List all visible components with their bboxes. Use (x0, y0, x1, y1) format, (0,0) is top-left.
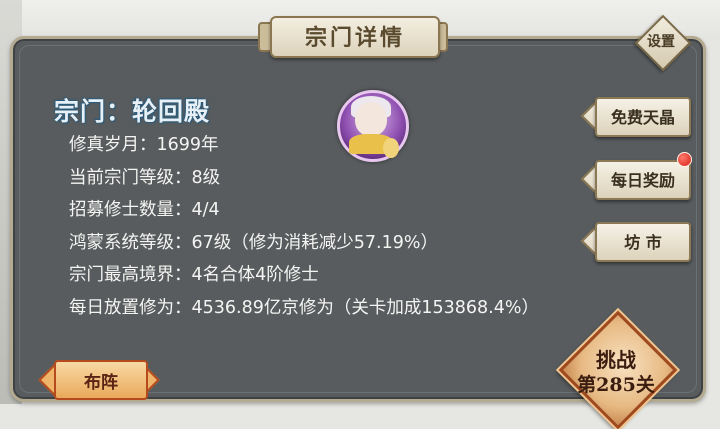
formation-button[interactable]: 布阵 (38, 356, 160, 402)
info-daily-idle-cultivation: 每日放置修为：4536.89亿京修为（关卡加成153868.4%） (69, 297, 539, 318)
sect-info-list: 修真岁月：1699年 当前宗门等级：8级 招募修士数量：4/4 鸿蒙系统等级：6… (69, 133, 539, 329)
notification-dot (677, 152, 692, 167)
market-label: 坊 市 (624, 233, 662, 252)
sect-leader-avatar[interactable] (337, 90, 409, 162)
info-cultivation-years: 修真岁月：1699年 (69, 135, 219, 155)
settings-label: 设置 (647, 34, 675, 50)
avatar-sleeve (383, 138, 399, 158)
info-recruit-count: 招募修士数量：4/4 (69, 200, 220, 221)
free-crystal-label: 免费天晶 (610, 108, 675, 127)
challenge-label: 挑战 (596, 348, 636, 372)
settings-button[interactable]: 设置 (634, 14, 692, 72)
challenge-button[interactable]: 挑战 第285关 (558, 310, 678, 429)
info-highest-realm: 宗门最高境界：4名合体4阶修士 (69, 265, 319, 286)
daily-reward-label: 每日奖励 (610, 171, 675, 190)
sect-name: 宗门：轮回殿 (54, 97, 211, 126)
avatar-face (355, 102, 387, 136)
page-title: 宗门详情 (304, 25, 405, 51)
formation-label: 布阵 (84, 373, 118, 393)
challenge-stage: 第285关 (577, 374, 655, 396)
market-button[interactable]: 坊 市 (580, 222, 691, 262)
title-banner: 宗门详情 (258, 12, 448, 58)
info-hongmeng-level: 鸿蒙系统等级：67级（修为消耗减少57.19%） (69, 232, 438, 253)
info-sect-level: 当前宗门等级：8级 (69, 167, 221, 188)
free-crystal-button[interactable]: 免费天晶 (580, 97, 691, 137)
daily-reward-button[interactable]: 每日奖励 (580, 160, 691, 200)
